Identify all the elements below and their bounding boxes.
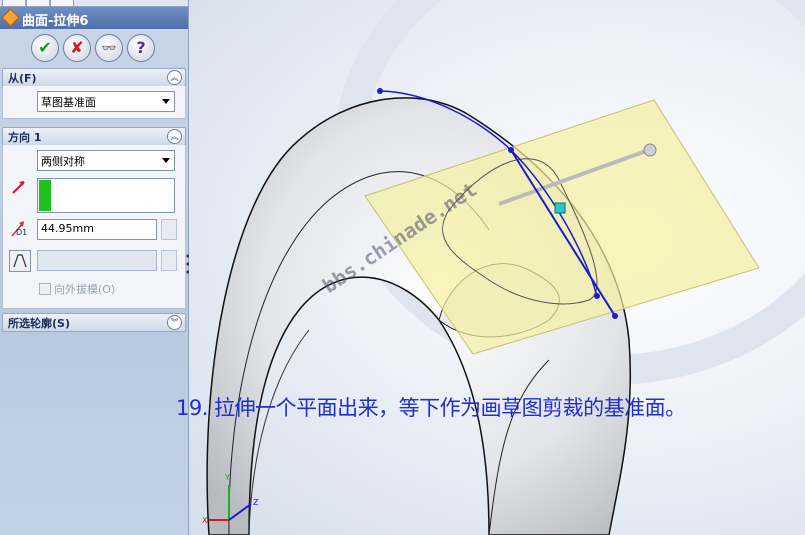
feature-title-bar: 曲面-拉伸6 (0, 7, 188, 29)
depth-value: 44.95mm (41, 222, 94, 235)
selected-contours-label: 所选轮廓(S) (8, 317, 70, 330)
feature-manager-tab[interactable] (2, 0, 26, 7)
sketch-point (508, 147, 514, 153)
collapse-icon[interactable]: ︽ (167, 129, 182, 144)
ok-button[interactable]: ✔ (31, 34, 59, 62)
manager-tabs (0, 0, 188, 7)
reverse-direction-icon[interactable] (11, 179, 27, 195)
selection-color-indicator (39, 180, 51, 211)
draft-toggle-button[interactable] (9, 250, 31, 272)
expand-icon[interactable]: ︾ (167, 315, 182, 330)
draft-outward-checkbox (39, 283, 51, 295)
triad-z-label: Z (253, 498, 259, 507)
chevron-down-icon (162, 158, 170, 163)
configuration-manager-tab[interactable] (50, 0, 74, 7)
depth-spinner[interactable] (161, 219, 177, 240)
end-condition-value: 两侧对称 (41, 155, 85, 168)
triad-y-label: Y (224, 473, 230, 482)
triad-x-label: X (202, 516, 208, 525)
sketch-point (594, 293, 600, 299)
draft-angle-input (37, 250, 157, 271)
property-manager-tab[interactable] (26, 0, 50, 7)
extrude-feature-icon (1, 8, 20, 27)
feature-title: 曲面-拉伸6 (22, 14, 89, 29)
direction-selection-box[interactable] (37, 178, 175, 213)
direction1-section-body: 两侧对称 D1 44.95mm 向外拔模(O) (2, 145, 186, 309)
draft-icon (13, 254, 27, 268)
from-section-label: 从(F) (8, 72, 37, 85)
draft-angle-spinner (161, 250, 177, 271)
from-select-value: 草图基准面 (41, 96, 96, 109)
end-condition-select[interactable]: 两侧对称 (37, 150, 175, 171)
sketch-point (612, 313, 618, 319)
tutorial-caption: 19. 拉伸一个平面出来，等下作为画草图剪裁的基准面。 (176, 396, 686, 420)
depth-icon-label: D1 (16, 228, 28, 237)
collapse-icon[interactable]: ︽ (167, 70, 182, 85)
graphics-viewport[interactable]: Y Z X (189, 0, 805, 535)
direction1-section-label: 方向 1 (8, 131, 42, 144)
draft-outward-label: 向外拔模(O) (54, 283, 116, 296)
rod-end (643, 143, 657, 157)
depth-icon: D1 (9, 219, 29, 239)
from-section-header[interactable]: 从(F) ︽ (2, 68, 186, 87)
midpoint-relation-icon (554, 202, 566, 214)
from-select[interactable]: 草图基准面 (37, 91, 175, 112)
model-view: Y Z X (202, 0, 805, 535)
cancel-button[interactable]: ✘ (63, 34, 91, 62)
chevron-down-icon (162, 99, 170, 104)
preview-button[interactable]: 👓 (95, 34, 123, 62)
direction1-section-header[interactable]: 方向 1 ︽ (2, 127, 186, 146)
sketch-point (377, 88, 383, 94)
depth-input[interactable]: 44.95mm (37, 219, 157, 240)
property-manager-panel: 曲面-拉伸6 ✔ ✘ 👓 ? 从(F) ︽ 草图基准面 方向 1 ︽ 两侧对称 (0, 0, 189, 535)
from-section-body: 草图基准面 (2, 86, 186, 119)
selected-contours-section-header[interactable]: 所选轮廓(S) ︾ (2, 313, 186, 332)
help-button[interactable]: ? (127, 34, 155, 62)
